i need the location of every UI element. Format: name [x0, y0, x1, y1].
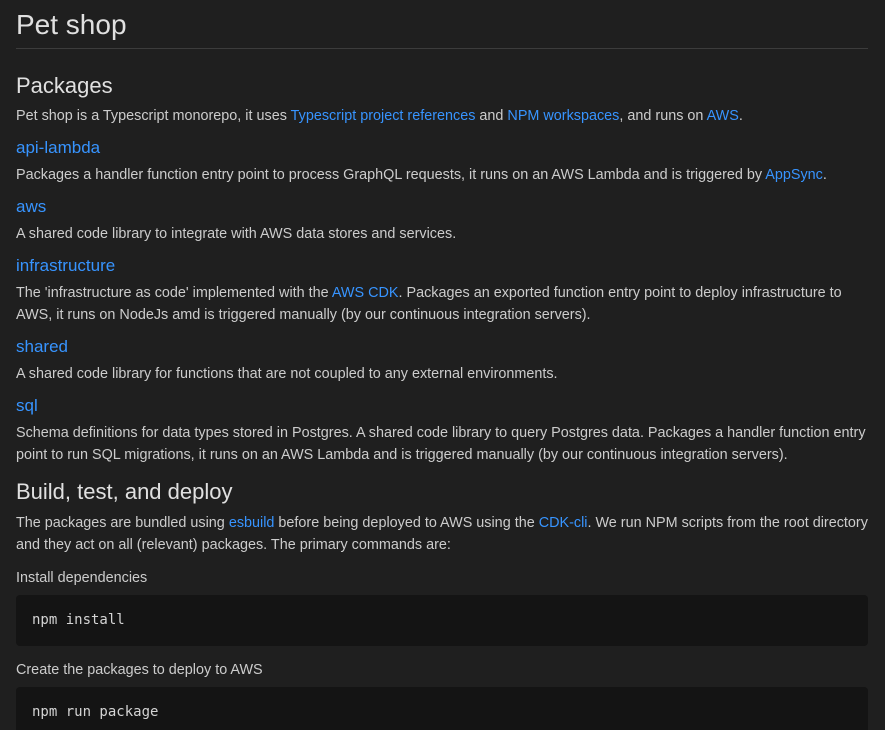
page-title: Pet shop	[16, 0, 868, 49]
aws-package-link[interactable]: aws	[16, 197, 46, 216]
package-command[interactable]: npm run package	[32, 704, 158, 720]
intro-text-2: and	[475, 108, 508, 124]
shared-heading: shared	[16, 336, 868, 358]
build-intro-text-2: before being deployed to AWS using the	[274, 515, 539, 531]
shared-paragraph: A shared code library for functions that…	[16, 366, 558, 382]
npm-workspaces-link[interactable]: NPM workspaces	[507, 108, 619, 124]
esbuild-link[interactable]: esbuild	[229, 515, 275, 531]
typescript-project-references-link[interactable]: Typescript project references	[291, 108, 476, 124]
build-intro-text-1: The packages are bundled using	[16, 515, 229, 531]
intro-text-4: .	[738, 108, 743, 124]
sql-heading: sql	[16, 395, 868, 417]
aws-heading: aws	[16, 196, 868, 218]
infrastructure-heading: infrastructure	[16, 255, 868, 277]
api-lambda-paragraph: Packages a handler function entry point …	[16, 164, 868, 186]
infrastructure-paragraph: The 'infrastructure as code' implemented…	[16, 282, 868, 326]
api-lambda-text-2: .	[822, 167, 827, 183]
infrastructure-text-1: The 'infrastructure as code' implemented…	[16, 285, 332, 301]
sql-paragraph: Schema definitions for data types stored…	[16, 425, 866, 463]
api-lambda-link[interactable]: api-lambda	[16, 138, 100, 157]
intro-text-1: Pet shop is a Typescript monorepo, it us…	[16, 108, 291, 124]
sql-link[interactable]: sql	[16, 396, 38, 415]
package-code-block[interactable]: npm run package	[16, 687, 868, 730]
intro-text-3: , and runs on	[619, 108, 707, 124]
infrastructure-link[interactable]: infrastructure	[16, 256, 115, 275]
install-command[interactable]: npm install	[32, 612, 125, 628]
appsync-link[interactable]: AppSync	[765, 167, 823, 183]
build-intro-paragraph: The packages are bundled using esbuild b…	[16, 512, 868, 556]
aws-cdk-link[interactable]: AWS CDK	[332, 285, 399, 301]
install-label: Install dependencies	[16, 570, 148, 586]
cdk-cli-link[interactable]: CDK-cli	[539, 515, 588, 531]
markdown-document: Pet shop Packages Pet shop is a Typescri…	[0, 0, 885, 730]
install-code-block[interactable]: npm install	[16, 595, 868, 646]
build-heading: Build, test, and deploy	[16, 479, 233, 504]
api-lambda-text-1: Packages a handler function entry point …	[16, 167, 766, 183]
intro-paragraph: Pet shop is a Typescript monorepo, it us…	[16, 105, 868, 127]
aws-paragraph: A shared code library to integrate with …	[16, 226, 457, 242]
api-lambda-heading: api-lambda	[16, 137, 868, 159]
aws-link[interactable]: AWS	[707, 108, 739, 124]
shared-link[interactable]: shared	[16, 337, 68, 356]
packages-heading: Packages	[16, 73, 113, 98]
package-label: Create the packages to deploy to AWS	[16, 662, 263, 678]
